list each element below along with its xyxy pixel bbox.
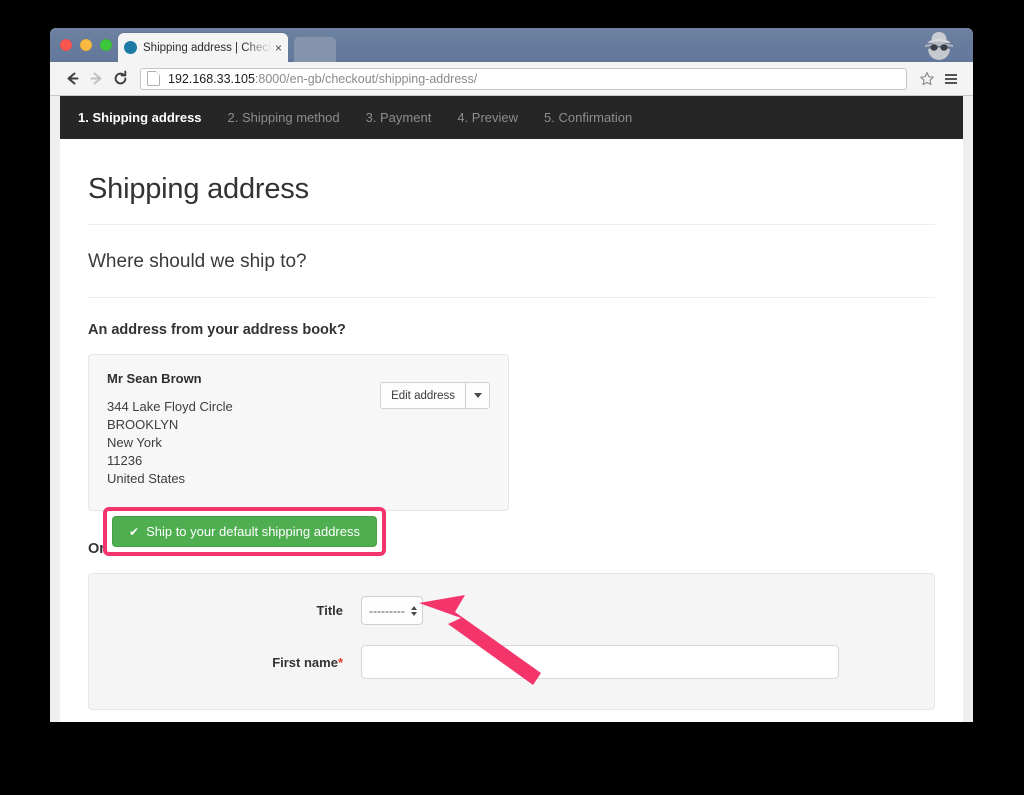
new-tab-button[interactable] (294, 37, 336, 62)
tab-title: Shipping address | Checko (143, 41, 272, 54)
required-marker: * (337, 654, 343, 670)
browser-window: Shipping address | Checko × 192.168.33.1… (50, 28, 973, 722)
form-row-first-name: First name* (89, 645, 934, 679)
browser-viewport: 1. Shipping address 2. Shipping method 3… (50, 96, 973, 722)
address-line-country: United States (107, 471, 186, 486)
checkout-step-shipping-method[interactable]: 2. Shipping method (228, 110, 340, 125)
browser-tab[interactable]: Shipping address | Checko × (118, 33, 288, 62)
incognito-spy-icon (919, 30, 959, 62)
maximize-window-button[interactable] (100, 39, 112, 51)
ship-button-label: Ship to your default shipping address (146, 524, 360, 539)
hamburger-menu-icon[interactable] (939, 67, 963, 91)
page-document-icon (147, 71, 160, 86)
form-row-title: Title --------- (89, 596, 934, 625)
title-select[interactable]: --------- (361, 596, 423, 625)
address-bar[interactable]: 192.168.33.105:8000/en-gb/checkout/shipp… (140, 67, 907, 90)
page-title: Shipping address (88, 173, 935, 225)
ship-to-default-shipping-address-button[interactable]: ✔ Ship to your default shipping address (112, 516, 377, 547)
url-host: 192.168.33.105 (168, 71, 255, 86)
address-line-state: New York (107, 435, 162, 450)
chevron-down-icon (473, 393, 482, 398)
minimize-window-button[interactable] (80, 39, 92, 51)
edit-address-dropdown-toggle[interactable] (465, 382, 490, 409)
bookmark-star-icon[interactable] (915, 67, 939, 91)
checkout-steps-nav: 1. Shipping address 2. Shipping method 3… (60, 96, 963, 139)
title-select-value: --------- (369, 603, 405, 618)
checkout-step-confirmation[interactable]: 5. Confirmation (544, 110, 632, 125)
checkmark-icon: ✔ (129, 524, 140, 539)
stepper-arrows-icon (411, 605, 417, 616)
address-line-postcode: 11236 (107, 453, 143, 468)
tab-close-icon[interactable]: × (272, 42, 282, 54)
window-controls (60, 39, 112, 51)
edit-address-split-button: Edit address (380, 382, 490, 409)
title-field-label: Title (316, 603, 344, 618)
new-address-form-panel: Title --------- First name* (88, 573, 935, 710)
checkout-step-payment[interactable]: 3. Payment (366, 110, 432, 125)
checkout-step-shipping-address[interactable]: 1. Shipping address (78, 110, 202, 125)
back-arrow-icon[interactable] (60, 67, 84, 91)
web-page: 1. Shipping address 2. Shipping method 3… (60, 96, 963, 722)
first-name-input[interactable] (361, 645, 839, 679)
tab-favicon-icon (124, 41, 137, 54)
reload-icon[interactable] (108, 67, 132, 91)
browser-toolbar: 192.168.33.105:8000/en-gb/checkout/shipp… (50, 62, 973, 96)
forward-arrow-icon (84, 67, 108, 91)
edit-address-button[interactable]: Edit address (380, 382, 465, 409)
address-book-heading: An address from your address book? (88, 322, 346, 338)
page-content: Shipping address Where should we ship to… (60, 173, 963, 710)
address-book-card: Mr Sean Brown 344 Lake Floyd Circle BROO… (88, 354, 509, 556)
url-text: 192.168.33.105:8000/en-gb/checkout/shipp… (168, 72, 477, 86)
browser-tab-bar: Shipping address | Checko × (50, 28, 973, 62)
checkout-step-preview[interactable]: 4. Preview (457, 110, 518, 125)
highlight-annotation-box: ✔ Ship to your default shipping address (103, 507, 386, 556)
first-name-field-label: First name* (89, 655, 361, 670)
address-line-city: BROOKLYN (107, 417, 179, 432)
close-window-button[interactable] (60, 39, 72, 51)
url-path: :8000/en-gb/checkout/shipping-address/ (254, 71, 478, 86)
page-subheading: Where should we ship to? (88, 225, 935, 298)
first-name-label-text: First name (272, 654, 338, 670)
